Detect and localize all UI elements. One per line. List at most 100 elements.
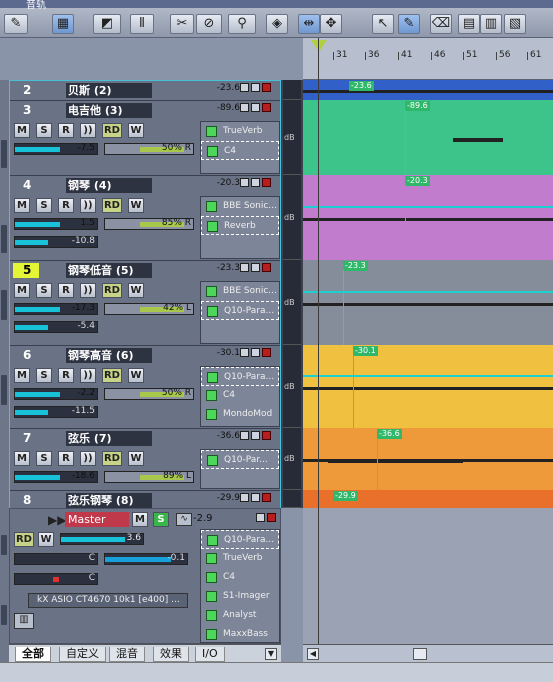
track-clip-lane[interactable]: -29.9 bbox=[303, 490, 553, 508]
track-send-level[interactable]: -11.5 bbox=[14, 406, 98, 418]
clips-pane[interactable]: -23.6 -89.6 -20.3 -23.3 -30.1 -36.6 -29.9 bbox=[303, 80, 553, 508]
fx-enable-icon[interactable] bbox=[206, 390, 217, 401]
pencil-tool-button[interactable]: ✎ bbox=[4, 14, 28, 34]
track-header[interactable]: 2 贝斯 (2) -23.6 bbox=[10, 81, 280, 101]
fx-slot[interactable]: Q10-Para... bbox=[201, 301, 279, 320]
move-button[interactable]: ✥ bbox=[320, 14, 342, 34]
track-name[interactable]: 电吉他 (3) bbox=[66, 103, 152, 118]
playhead[interactable] bbox=[318, 38, 319, 644]
track-header[interactable]: 3 电吉他 (3) -89.6 M S R)) RD W -7.5 50% R TrueVerb C4 bbox=[10, 101, 280, 176]
fx-slot[interactable]: BBE Sonic... bbox=[201, 197, 279, 216]
input-echo-icon[interactable]: )) bbox=[80, 451, 96, 466]
track-rd-button[interactable]: RD bbox=[102, 123, 122, 138]
loop-marker-icon[interactable] bbox=[311, 40, 327, 52]
fx-slot[interactable]: MondoMod bbox=[201, 405, 279, 424]
track-volume-slider[interactable]: -7.5 bbox=[14, 143, 98, 155]
fx-slot[interactable]: Q10-Para... bbox=[201, 367, 279, 386]
track-pan-slider[interactable]: 85% R bbox=[104, 218, 194, 230]
view-tab[interactable]: 效果 bbox=[153, 647, 189, 662]
master-fx-slot[interactable]: Analyst bbox=[201, 606, 279, 625]
track-w-button[interactable]: W bbox=[128, 123, 144, 138]
track-name[interactable]: 贝斯 (2) bbox=[66, 83, 152, 98]
track-r-button[interactable]: R bbox=[58, 283, 74, 298]
scissors-button[interactable]: ✂ bbox=[170, 14, 194, 34]
track-collapse-icon[interactable] bbox=[251, 83, 260, 92]
clip-volume-tag[interactable]: -20.3 bbox=[405, 176, 430, 186]
fx-enable-icon[interactable] bbox=[207, 306, 218, 317]
track-r-button[interactable]: R bbox=[58, 198, 74, 213]
track-rd-button[interactable]: RD bbox=[102, 283, 122, 298]
master-write-button[interactable]: W bbox=[38, 532, 54, 547]
track-clip-lane[interactable]: -23.3 bbox=[303, 260, 553, 345]
master-phase-icon[interactable]: ∿ bbox=[176, 513, 192, 526]
clip-volume-tag[interactable]: -30.1 bbox=[353, 346, 378, 356]
track-record-icon[interactable] bbox=[262, 83, 271, 92]
master-arm-icon[interactable]: ▶▶ bbox=[48, 513, 66, 527]
track-view-icons[interactable] bbox=[240, 103, 280, 115]
track-m-button[interactable]: M bbox=[14, 368, 30, 383]
view3-button[interactable]: ▧ bbox=[504, 14, 526, 34]
fx-enable-icon[interactable] bbox=[207, 535, 218, 546]
track-collapse-icon[interactable] bbox=[251, 263, 260, 272]
track-clip-lane[interactable]: -36.6 bbox=[303, 428, 553, 490]
track-volume-slider[interactable]: -18.6 bbox=[14, 471, 98, 483]
select-button[interactable]: ↖ bbox=[372, 14, 394, 34]
track-collapse-icon[interactable] bbox=[251, 431, 260, 440]
view-tab[interactable]: I/O bbox=[195, 647, 225, 662]
master-solo-button[interactable]: S bbox=[153, 512, 169, 527]
track-name[interactable]: 钢琴低音 (5) bbox=[66, 263, 152, 278]
input-echo-icon[interactable]: )) bbox=[80, 198, 96, 213]
track-collapse-icon[interactable] bbox=[251, 348, 260, 357]
view-tab[interactable]: 混音 bbox=[109, 647, 145, 662]
fill-button[interactable]: ◈ bbox=[266, 14, 288, 34]
fx-enable-icon[interactable] bbox=[206, 610, 217, 621]
fit-width-button[interactable]: ⇹ bbox=[298, 14, 320, 34]
fx-enable-icon[interactable] bbox=[206, 126, 217, 137]
track-rd-button[interactable]: RD bbox=[102, 368, 122, 383]
fx-slot[interactable]: Q10-Par... bbox=[201, 450, 279, 469]
track-pan-slider[interactable]: 50% R bbox=[104, 143, 194, 155]
fx-slot[interactable]: TrueVerb bbox=[201, 122, 279, 141]
master-read-button[interactable]: RD bbox=[14, 532, 34, 547]
track-header[interactable]: 8 弦乐钢琴 (8) -29.9 bbox=[10, 491, 280, 509]
zoom-button[interactable]: ⚲ bbox=[228, 14, 256, 34]
fx-enable-icon[interactable] bbox=[207, 455, 218, 466]
track-s-button[interactable]: S bbox=[36, 368, 52, 383]
master-level-slider[interactable]: 3.6 bbox=[60, 533, 144, 545]
fx-slot[interactable]: C4 bbox=[201, 386, 279, 405]
clip-volume-tag[interactable]: -36.6 bbox=[377, 429, 402, 439]
track-clip-lane[interactable]: -89.6 bbox=[303, 100, 553, 175]
track-meter-icon[interactable] bbox=[240, 348, 249, 357]
track-m-button[interactable]: M bbox=[14, 198, 30, 213]
track-clip-lane[interactable]: -23.6 bbox=[303, 80, 553, 100]
fx-enable-icon[interactable] bbox=[207, 221, 218, 232]
master-fx-slot[interactable]: S1-Imager bbox=[201, 587, 279, 606]
master-fx-slot[interactable]: C4 bbox=[201, 568, 279, 587]
track-r-button[interactable]: R bbox=[58, 451, 74, 466]
view2-button[interactable]: ▥ bbox=[480, 14, 502, 34]
view-tab[interactable]: 自定义 bbox=[59, 647, 106, 662]
track-record-icon[interactable] bbox=[262, 263, 271, 272]
track-view-icons[interactable] bbox=[240, 431, 280, 443]
track-view-icons[interactable] bbox=[240, 263, 280, 275]
master-mute-button[interactable]: M bbox=[132, 512, 148, 527]
track-pan-slider[interactable]: 42% L bbox=[104, 303, 194, 315]
input-echo-icon[interactable]: )) bbox=[80, 283, 96, 298]
scroll-thumb[interactable] bbox=[413, 648, 427, 660]
timeline-ruler[interactable]: 31 36 41 46 51 56 61 bbox=[303, 38, 553, 80]
clip-volume-tag[interactable]: -29.9 bbox=[333, 491, 358, 501]
track-record-icon[interactable] bbox=[262, 103, 271, 112]
automation-envelope[interactable] bbox=[303, 205, 553, 208]
master-fx-slot[interactable]: Q10-Para... bbox=[201, 530, 279, 549]
track-meter-icon[interactable] bbox=[240, 263, 249, 272]
automation-envelope[interactable] bbox=[303, 290, 553, 293]
master-fx-slot[interactable]: MaxxBass bbox=[201, 625, 279, 644]
track-clip-lane[interactable]: -30.1 bbox=[303, 345, 553, 428]
track-meter-icon[interactable] bbox=[240, 493, 249, 502]
track-view-icons[interactable] bbox=[240, 178, 280, 190]
fx-enable-icon[interactable] bbox=[206, 629, 217, 640]
track-m-button[interactable]: M bbox=[14, 283, 30, 298]
track-volume-slider[interactable]: -2.2 bbox=[14, 388, 98, 400]
track-header[interactable]: 5 钢琴低音 (5) -23.3 M S R)) RD W -17.3 42% L -5.4 BBE … bbox=[10, 261, 280, 346]
fx-enable-icon[interactable] bbox=[206, 201, 217, 212]
